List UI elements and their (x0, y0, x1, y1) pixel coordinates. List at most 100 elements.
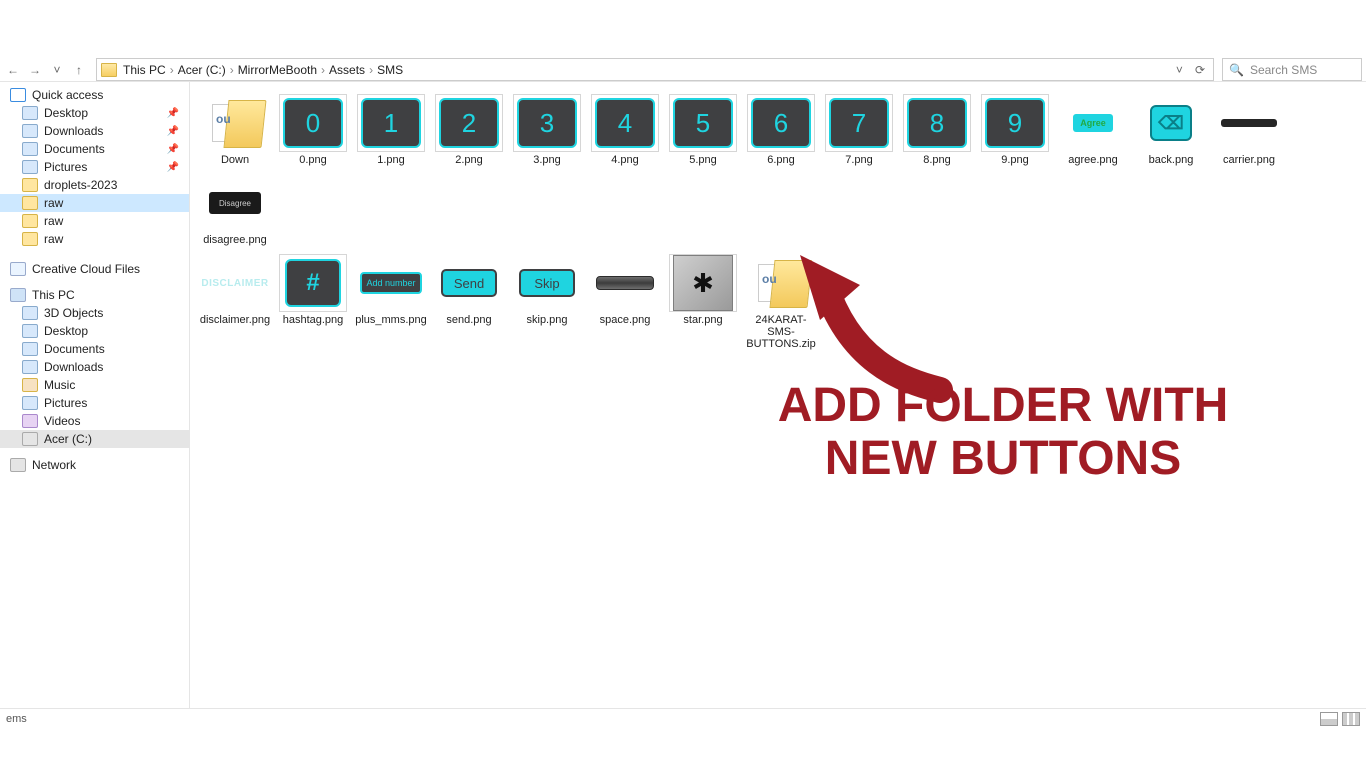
tree-item[interactable]: 3D Objects (0, 304, 189, 322)
file-item[interactable]: #hashtag.png (274, 254, 352, 350)
breadcrumb-segment[interactable]: This PC › (123, 63, 178, 77)
tree-item[interactable]: Music (0, 376, 189, 394)
tree-label: Desktop (44, 324, 88, 338)
search-icon: 🔍 (1229, 63, 1244, 77)
tree-item[interactable]: Videos (0, 412, 189, 430)
search-input[interactable]: 🔍 Search SMS (1222, 58, 1362, 81)
skip-button-icon: Skip (519, 269, 575, 297)
file-item[interactable]: Disagree disagree.png (196, 174, 274, 246)
tree-item[interactable]: Downloads (0, 358, 189, 376)
file-item[interactable]: 44.png (586, 94, 664, 166)
file-item[interactable]: ⌫back.png (1132, 94, 1210, 166)
annotation-text: ADD FOLDER WITH NEW BUTTONS (660, 380, 1346, 486)
file-item[interactable]: ouDown (196, 94, 274, 166)
folder-icon (22, 360, 38, 374)
view-details-button[interactable] (1320, 712, 1338, 726)
folder-icon (22, 232, 38, 246)
file-item[interactable]: 88.png (898, 94, 976, 166)
view-thumbnails-button[interactable] (1342, 712, 1360, 726)
send-button-icon: Send (441, 269, 497, 297)
breadcrumb-segment[interactable]: Acer (C:) › (178, 63, 238, 77)
carrier-bar-icon (1221, 119, 1277, 127)
tree-label: Downloads (44, 124, 103, 138)
file-label: star.png (683, 314, 722, 326)
file-item[interactable]: 55.png (664, 94, 742, 166)
file-item[interactable]: 11.png (352, 94, 430, 166)
file-item[interactable]: Add numberplus_mms.png (352, 254, 430, 350)
folder-icon (22, 306, 38, 320)
number-key-icon: 9 (985, 98, 1045, 148)
breadcrumb-dropdown[interactable]: ˅ (1176, 63, 1183, 77)
tree-item[interactable]: Downloads📌 (0, 122, 189, 140)
file-item[interactable]: 99.png (976, 94, 1054, 166)
tree-item[interactable]: Documents (0, 340, 189, 358)
tree-item[interactable]: raw (0, 194, 189, 212)
number-key-icon: 7 (829, 98, 889, 148)
navigation-tree: Quick access Desktop📌Downloads📌Documents… (0, 82, 190, 708)
tree-quick-access[interactable]: Quick access (0, 86, 189, 104)
file-item[interactable]: 77.png (820, 94, 898, 166)
file-item[interactable]: Sendsend.png (430, 254, 508, 350)
tree-creative-cloud[interactable]: Creative Cloud Files (0, 260, 189, 278)
breadcrumb-label: SMS (377, 63, 403, 77)
folder-icon (22, 396, 38, 410)
folder-icon (22, 214, 38, 228)
nav-recent-button[interactable]: ˅ (48, 61, 66, 79)
tree-label: Videos (44, 414, 80, 428)
tree-label: Music (44, 378, 75, 392)
file-item[interactable]: Skip skip.png (508, 254, 586, 350)
breadcrumb-segment[interactable]: Assets › (329, 63, 377, 77)
number-key-icon: 6 (751, 98, 811, 148)
breadcrumb-segment[interactable]: MirrorMeBooth › (238, 63, 329, 77)
file-item[interactable]: 66.png (742, 94, 820, 166)
tree-item[interactable]: raw (0, 230, 189, 248)
tree-item[interactable]: Desktop (0, 322, 189, 340)
file-item[interactable]: DISCLAIMER disclaimer.png (196, 254, 274, 350)
chevron-right-icon: › (321, 63, 325, 77)
space-bar-icon (596, 276, 654, 290)
tree-label: Documents (44, 342, 105, 356)
tree-network[interactable]: Network (0, 456, 189, 474)
nav-forward-button[interactable]: → (26, 61, 44, 79)
refresh-button[interactable]: ⟳ (1191, 63, 1209, 77)
tree-item[interactable]: Documents📌 (0, 140, 189, 158)
folder-icon (22, 342, 38, 356)
folder-icon (22, 124, 38, 138)
network-icon (10, 458, 26, 472)
folder-icon (22, 196, 38, 210)
file-item[interactable]: Agreeagree.png (1054, 94, 1132, 166)
tree-item[interactable]: Pictures (0, 394, 189, 412)
tree-item[interactable]: Pictures📌 (0, 158, 189, 176)
cloud-icon (10, 262, 26, 276)
tree-item[interactable]: Acer (C:) (0, 430, 189, 448)
file-label: 2.png (455, 154, 483, 166)
folder-icon (22, 324, 38, 338)
tree-label: Acer (C:) (44, 432, 92, 446)
tree-item[interactable]: raw (0, 212, 189, 230)
file-item[interactable]: space.png (586, 254, 664, 350)
file-label: skip.png (527, 314, 568, 326)
file-item[interactable]: 00.png (274, 94, 352, 166)
file-item[interactable]: carrier.png (1210, 94, 1288, 166)
file-label: disagree.png (203, 234, 267, 246)
disclaimer-text-icon: DISCLAIMER (201, 278, 268, 289)
breadcrumb-segment[interactable]: SMS (377, 63, 403, 77)
tree-item[interactable]: droplets-2023 (0, 176, 189, 194)
file-label: 4.png (611, 154, 639, 166)
tree-this-pc[interactable]: This PC (0, 286, 189, 304)
tree-label: raw (44, 232, 63, 246)
number-key-icon: 5 (673, 98, 733, 148)
breadcrumb-bar[interactable]: This PC › Acer (C:) › MirrorMeBooth › As… (96, 58, 1214, 81)
file-item[interactable]: 33.png (508, 94, 586, 166)
nav-back-button[interactable]: ← (4, 61, 22, 79)
tree-item[interactable]: Desktop📌 (0, 104, 189, 122)
file-label: agree.png (1068, 154, 1118, 166)
file-item[interactable]: ✱star.png (664, 254, 742, 350)
status-bar: ems (0, 708, 1366, 728)
file-item[interactable]: 22.png (430, 94, 508, 166)
disagree-button-icon: Disagree (209, 192, 261, 214)
nav-up-button[interactable]: ↑ (70, 61, 88, 79)
address-bar: ← → ˅ ↑ This PC › Acer (C:) › MirrorMeBo… (0, 58, 1366, 82)
file-label: plus_mms.png (355, 314, 427, 326)
file-label: disclaimer.png (200, 314, 270, 326)
